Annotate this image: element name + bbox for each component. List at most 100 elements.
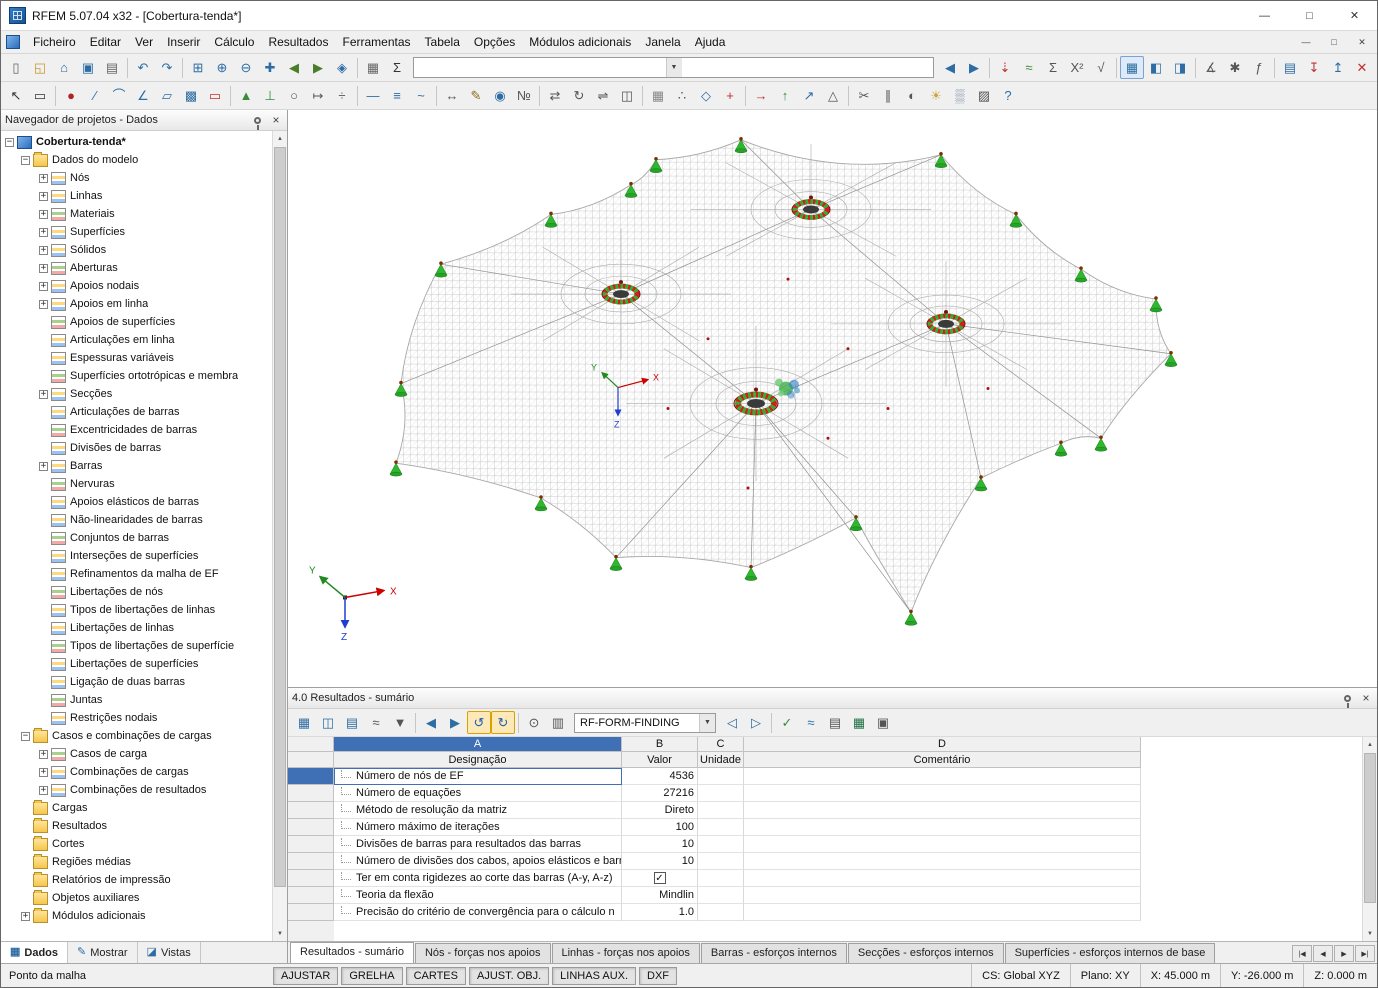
previous-view-icon[interactable]: ◀ [282,56,306,79]
tree-item[interactable]: Apoios em linha [1,295,272,313]
clipping-icon[interactable]: ✂ [852,84,876,107]
tree-expander[interactable] [39,173,48,183]
tree-item[interactable]: Apoios de superfícies [1,313,272,331]
table-nav-button[interactable]: ▶ [1334,945,1354,962]
table-rows-icon[interactable]: ▤ [340,711,364,734]
table-row[interactable]: Ter em conta rigidezes ao corte das barr… [288,870,1362,887]
next-view-icon[interactable]: ▶ [306,56,330,79]
tables-icon[interactable]: ▦ [1120,56,1144,79]
tree-item[interactable]: Tipos de libertações de superfície [1,637,272,655]
sync-table-icon[interactable]: ↻ [491,711,515,734]
cell-valor[interactable]: ✓ [622,870,698,887]
minimize-button[interactable]: — [1242,1,1287,30]
checkbox-checked[interactable]: ✓ [653,872,666,884]
tree-item[interactable]: Sólidos [1,241,272,259]
zoom-window-icon[interactable]: ⊞ [186,56,210,79]
tree-item[interactable]: Casos de carga [1,745,272,763]
child-close-button[interactable]: ✕ [1349,33,1375,51]
redo-icon[interactable]: ↷ [155,56,179,79]
cell-valor[interactable]: Direto [622,802,698,819]
cell-designacao[interactable]: Número de nós de EF [334,768,622,785]
tree-item[interactable]: Aberturas [1,259,272,277]
open-icon[interactable]: ◱ [28,56,52,79]
eccentricity-icon[interactable]: ↦ [306,84,330,107]
cell-designacao[interactable]: Método de resolução da matriz [334,802,622,819]
tree-item[interactable]: Barras [1,457,272,475]
tree-item[interactable]: Cargas [1,799,272,817]
render-mode-icon[interactable]: ◐ [900,84,924,107]
tree-item[interactable]: Combinações de resultados [1,781,272,799]
work-plane-icon[interactable]: ◇ [694,84,718,107]
navigator-tab[interactable]: ✎ Mostrar [68,942,138,963]
member-hinge-icon[interactable]: ○ [282,84,306,107]
child-minimize-button[interactable]: — [1293,33,1319,51]
new-surface-icon[interactable]: ▱ [155,84,179,107]
section-plane-icon[interactable]: ∥ [876,84,900,107]
excel-export-icon[interactable]: ▦ [847,711,871,734]
table-row[interactable]: Método de resolução da matriz Direto [288,802,1362,819]
tree-item[interactable]: Regiões médias [1,853,272,871]
navigator-tab[interactable]: ◪ Vistas [138,942,201,963]
new-file-icon[interactable]: ▯ [4,56,28,79]
new-solid-icon[interactable]: ▩ [179,84,203,107]
status-toggle[interactable]: AJUST. OBJ. [468,966,550,985]
tree-item[interactable]: Relatórios de impressão [1,871,272,889]
tree-item[interactable]: Módulos adicionais [1,907,272,925]
numbering-icon[interactable]: № [512,84,536,107]
cell-comentario[interactable] [744,853,1141,870]
tree-item[interactable]: Articulações de barras [1,403,272,421]
grid-icon[interactable]: ▦ [646,84,670,107]
menu-item[interactable]: Inserir [160,31,207,53]
tree-expander[interactable] [21,731,30,741]
row-header[interactable] [288,853,334,870]
stop-calculation-icon[interactable]: ✕ [1350,56,1374,79]
close-icon[interactable]: × [1359,691,1373,705]
tree-item[interactable]: Conjuntos de barras [1,529,272,547]
menu-item[interactable]: Tabela [418,31,467,53]
maximize-button[interactable]: □ [1287,1,1332,30]
row-header[interactable] [288,768,334,785]
superposition-icon[interactable]: Σ [1041,56,1065,79]
mesh-icon[interactable]: ▦ [361,56,385,79]
tree-item[interactable]: Ligação de duas barras [1,673,272,691]
scrollbar-thumb[interactable] [274,147,286,887]
tree-item[interactable]: Articulações em linha [1,331,272,349]
tree-item[interactable]: Superfícies [1,223,272,241]
pin-icon[interactable] [1344,694,1351,708]
show-results-icon[interactable]: ≈ [1017,56,1041,79]
isometric-view-icon[interactable]: ◈ [330,56,354,79]
navigator-tab[interactable]: ▦ Dados [1,942,69,963]
tree-expander[interactable] [21,155,30,165]
calculator-icon[interactable]: ▣ [871,711,895,734]
tree-item[interactable]: Libertações de nós [1,583,272,601]
cell-valor[interactable]: 27216 [622,785,698,802]
tree-expander[interactable] [39,263,48,273]
scroll-down-icon[interactable]: ▼ [273,926,287,941]
menu-item[interactable]: Ferramentas [335,31,417,53]
chevron-down-icon[interactable]: ▼ [699,713,715,732]
units-icon[interactable]: ∡ [1199,56,1223,79]
cell-designacao[interactable]: Ter em conta rigidezes ao corte das barr… [334,870,622,887]
perspective-icon[interactable]: △ [821,84,845,107]
previous-load-case-icon[interactable]: ◀ [938,56,962,79]
navigator-icon[interactable]: ◧ [1144,56,1168,79]
child-restore-button[interactable]: □ [1321,33,1347,51]
tree-expander[interactable] [39,461,48,471]
tree-item[interactable]: Cortes [1,835,272,853]
tree-item[interactable]: Combinações de cargas [1,763,272,781]
nodal-support-icon[interactable]: ▲ [234,84,258,107]
scroll-up-icon[interactable]: ▲ [273,131,287,146]
view-x-icon[interactable]: → [749,84,773,107]
new-opening-icon[interactable]: ▭ [203,84,227,107]
table-row[interactable]: Número de divisões dos cabos, apoios elá… [288,853,1362,870]
new-rib-icon[interactable]: ≡ [385,84,409,107]
copy-object-icon[interactable]: ◫ [615,84,639,107]
tree-item[interactable]: Não-linearidades de barras [1,511,272,529]
new-arc-icon[interactable]: ⌒ [107,84,131,107]
calculation-icon[interactable]: Σ [385,56,409,79]
navigator-scrollbar[interactable]: ▲ ▼ [272,131,287,941]
tree-item[interactable]: Secções [1,385,272,403]
tree-item[interactable]: Libertações de linhas [1,619,272,637]
cell-comentario[interactable] [744,802,1141,819]
tree-item[interactable]: Restrições nodais [1,709,272,727]
